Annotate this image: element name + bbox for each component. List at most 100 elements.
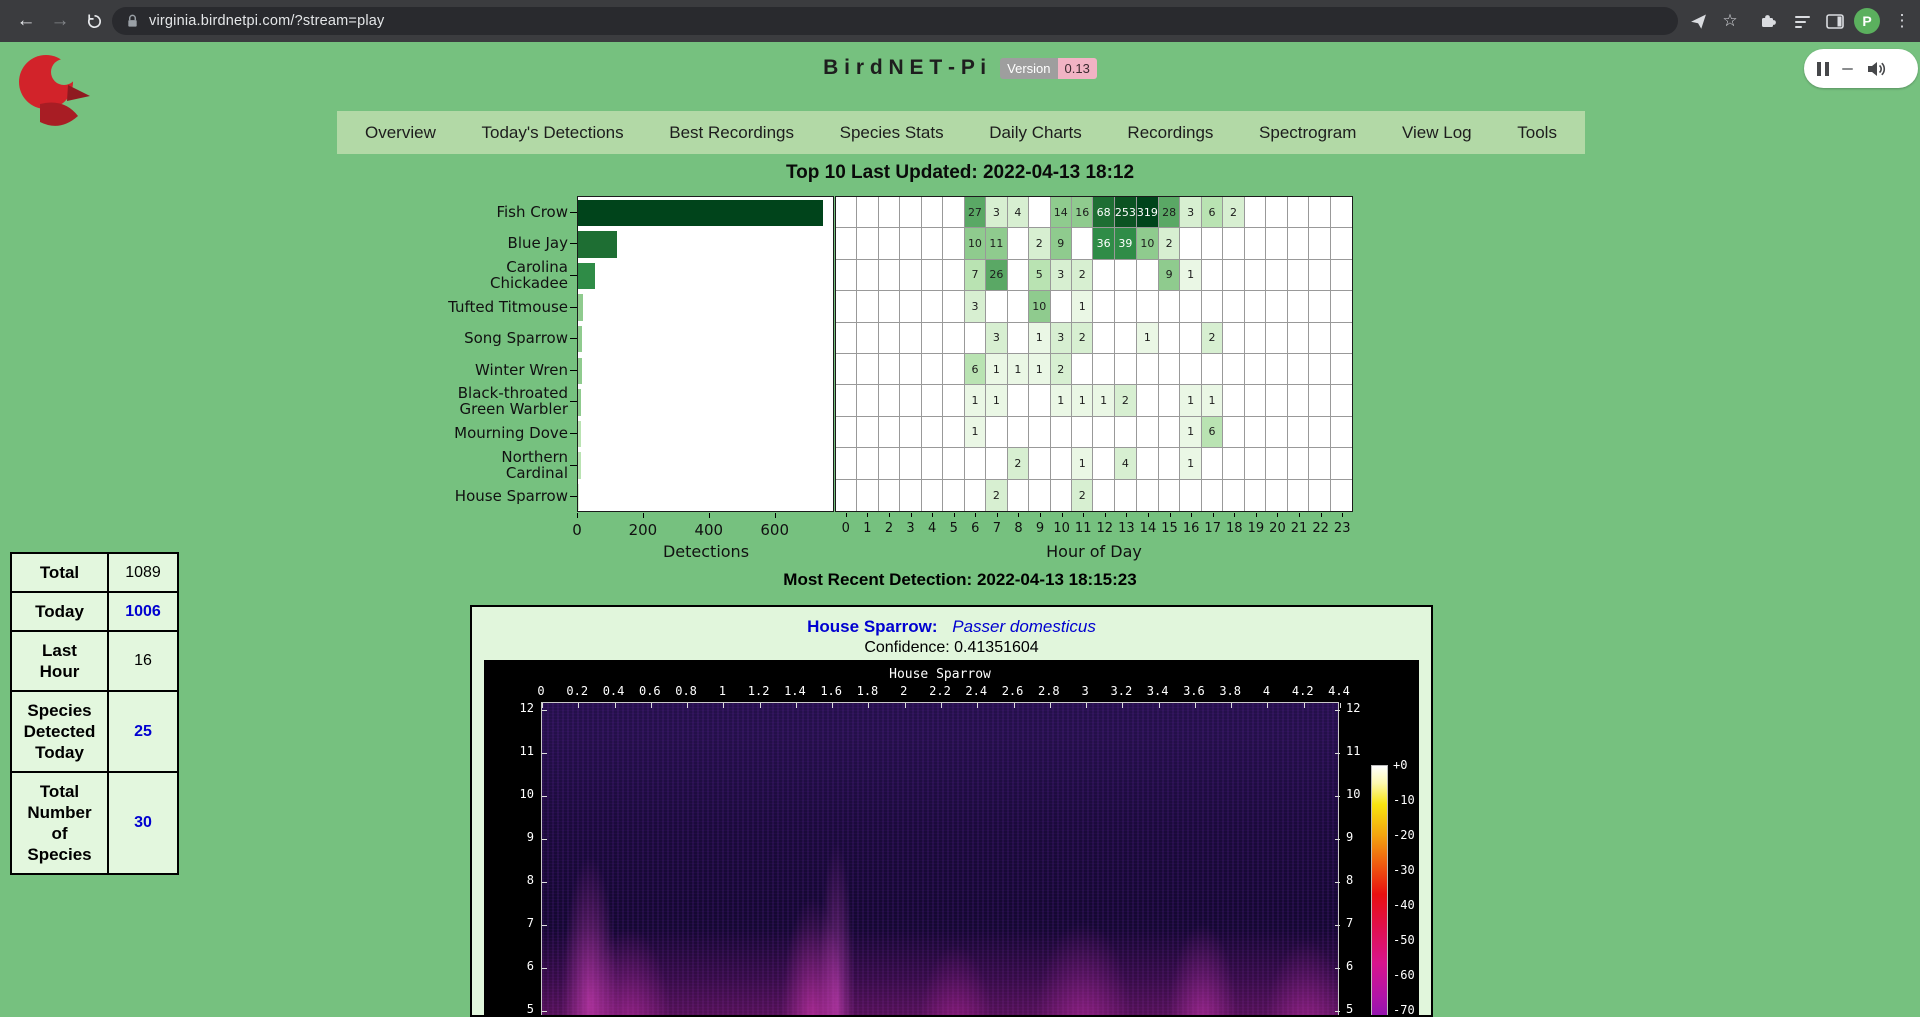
nav-item-today-s-detections[interactable]: Today's Detections <box>481 123 623 143</box>
reading-list-icon[interactable] <box>1790 9 1814 33</box>
heatmap-cell <box>965 323 986 354</box>
stats-value: 16 <box>108 631 178 691</box>
stats-value-link[interactable]: 1006 <box>125 603 161 620</box>
heatmap-cell <box>1331 291 1352 322</box>
heatmap-cell <box>1245 291 1266 322</box>
hour-tick-mark <box>1213 513 1214 517</box>
extensions-icon[interactable] <box>1756 9 1780 33</box>
heatmap-cell <box>922 417 943 448</box>
stats-value-link[interactable]: 30 <box>134 814 152 831</box>
heatmap-axis-title: Hour of Day <box>984 542 1204 561</box>
heatmap-cell <box>900 291 921 322</box>
seek-dash[interactable] <box>1842 68 1853 70</box>
species-tick-mark <box>570 212 577 213</box>
nav-item-overview[interactable]: Overview <box>365 123 436 143</box>
address-bar[interactable]: virginia.birdnetpi.com/?stream=play <box>112 7 1678 35</box>
heatmap-cell <box>1029 448 1050 479</box>
heatmap-cell <box>1115 291 1137 322</box>
detection-bar <box>578 389 581 416</box>
heatmap-cell <box>836 448 857 479</box>
heatmap-cell <box>1202 448 1223 479</box>
volume-icon[interactable] <box>1866 60 1886 78</box>
hour-tick-label: 19 <box>1244 521 1268 536</box>
heatmap-cell: 10 <box>965 228 986 259</box>
nav-item-spectrogram[interactable]: Spectrogram <box>1259 123 1356 143</box>
nav-item-recordings[interactable]: Recordings <box>1127 123 1213 143</box>
hour-tick-label: 21 <box>1287 521 1311 536</box>
stats-row: Today1006 <box>11 592 178 631</box>
send-icon[interactable] <box>1686 9 1710 33</box>
spectrogram-x-tick: 2.2 <box>923 684 957 698</box>
detection-species[interactable]: House Sparrow: <box>807 617 937 636</box>
heatmap-cell: 3 <box>1051 260 1072 291</box>
pause-button[interactable] <box>1817 62 1829 76</box>
menu-kebab-icon[interactable]: ⋮ <box>1890 9 1914 33</box>
side-panel-icon[interactable] <box>1823 9 1847 33</box>
heatmap-cell <box>836 260 857 291</box>
profile-avatar[interactable]: P <box>1854 8 1880 34</box>
heatmap-cell <box>1223 323 1244 354</box>
nav-item-tools[interactable]: Tools <box>1517 123 1557 143</box>
detection-bar <box>578 484 579 511</box>
version-badge: Version 0.13 <box>1000 58 1097 79</box>
heatmap-cell <box>1266 197 1287 228</box>
back-button[interactable]: ← <box>10 5 42 37</box>
stats-value-link[interactable]: 25 <box>134 723 152 740</box>
heatmap-cell: 27 <box>965 197 986 228</box>
heatmap-cell <box>1159 354 1180 385</box>
heatmap-cell <box>1137 385 1159 416</box>
forward-button[interactable]: → <box>44 5 76 37</box>
detection-bar <box>578 452 581 479</box>
spectrogram-x-tick: 4 <box>1249 684 1283 698</box>
heatmap-cell <box>1288 385 1309 416</box>
spectrogram-x-tick: 2.6 <box>996 684 1030 698</box>
heatmap-cell <box>922 448 943 479</box>
heatmap-cell <box>900 385 921 416</box>
hour-tick-mark <box>1126 513 1127 517</box>
hour-tick-mark <box>975 513 976 517</box>
spectrogram-y-tick-mark <box>542 710 547 711</box>
heatmap-cell <box>1266 260 1287 291</box>
bar-x-tick-mark <box>577 513 578 518</box>
nav-item-daily-charts[interactable]: Daily Charts <box>989 123 1082 143</box>
heatmap-cell <box>1093 291 1114 322</box>
hour-tick-mark <box>1170 513 1171 517</box>
heatmap-cell: 9 <box>1159 260 1180 291</box>
heatmap-cell: 2 <box>1223 197 1244 228</box>
heatmap-cell <box>922 480 943 511</box>
nav-item-species-stats[interactable]: Species Stats <box>840 123 944 143</box>
spectrogram-y-tick-mark <box>1335 882 1340 883</box>
heatmap-cell <box>1093 354 1114 385</box>
spectrogram-y-tick: 6 <box>1346 959 1388 973</box>
heatmap-cell: 16 <box>1072 197 1093 228</box>
spectrogram-y-tick-mark <box>542 925 547 926</box>
detection-bar <box>578 326 582 353</box>
colorbar-tick: +0 <box>1393 758 1423 772</box>
heatmap-cell: 1 <box>1051 385 1072 416</box>
heatmap-cell: 1 <box>1029 323 1050 354</box>
heatmap-cell: 3 <box>965 291 986 322</box>
heatmap-cell <box>879 197 900 228</box>
top10-heading: Top 10 Last Updated: 2022-04-13 18:12 <box>0 162 1920 184</box>
detection-scientific[interactable]: Passer domesticus <box>952 617 1096 636</box>
hour-tick-label: 12 <box>1093 521 1117 536</box>
heatmap-cell: 4 <box>1115 448 1137 479</box>
heatmap-cell <box>879 228 900 259</box>
heatmap-cell <box>1245 480 1266 511</box>
spectrogram-x-tick: 1 <box>705 684 739 698</box>
audio-player[interactable] <box>1804 49 1918 88</box>
heatmap-cell <box>1309 385 1330 416</box>
nav-item-view-log[interactable]: View Log <box>1402 123 1472 143</box>
heatmap-cell <box>1223 228 1244 259</box>
reload-button[interactable] <box>78 5 110 37</box>
heatmap-cell <box>1115 480 1137 511</box>
bookmark-star-icon[interactable]: ☆ <box>1718 9 1742 33</box>
stats-row: Last Hour16 <box>11 631 178 691</box>
detection-bar <box>578 421 581 448</box>
heatmap-cell: 2 <box>1008 448 1029 479</box>
spectrogram-y-tick: 7 <box>1346 916 1388 930</box>
bar-x-tick-label: 0 <box>554 521 600 539</box>
spectrogram-x-tick-mark <box>905 703 906 708</box>
heatmap-cell <box>836 354 857 385</box>
nav-item-best-recordings[interactable]: Best Recordings <box>669 123 794 143</box>
